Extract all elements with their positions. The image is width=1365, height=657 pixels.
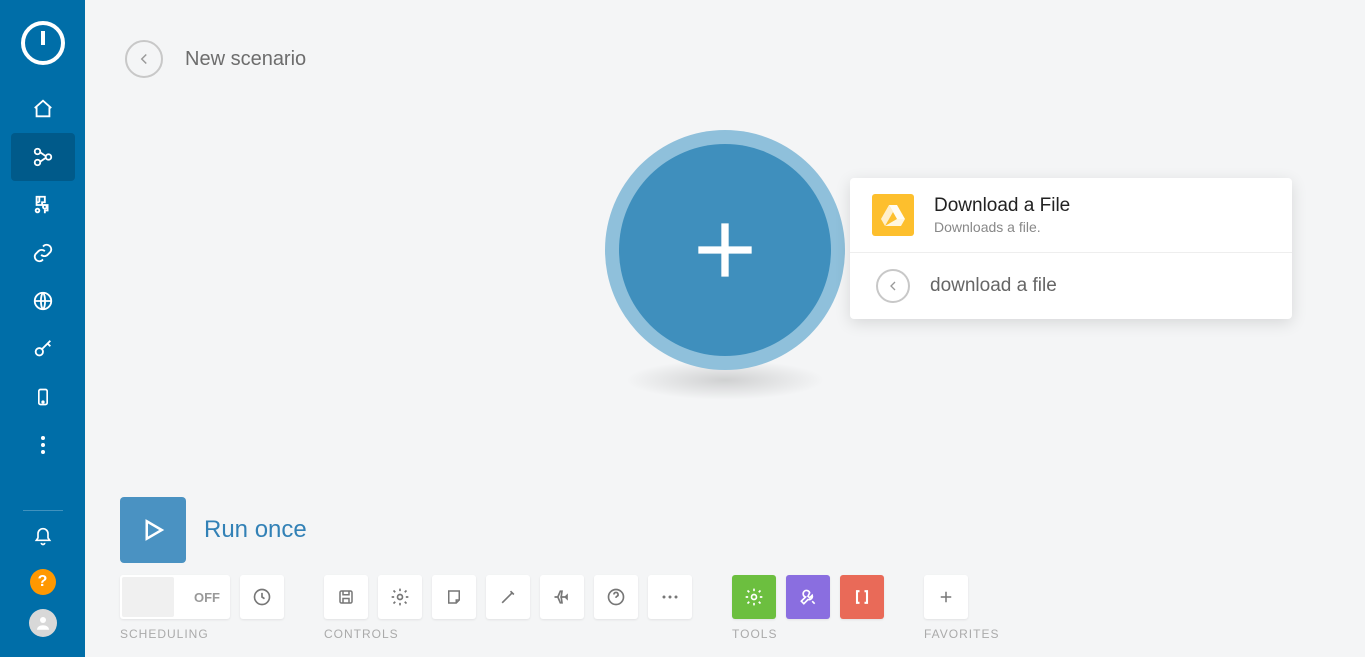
app-logo[interactable] <box>0 0 85 85</box>
sidebar-item-notifications[interactable] <box>11 519 75 555</box>
run-once-label: Run once <box>204 516 307 544</box>
favorites-label: FAVORITES <box>924 627 999 641</box>
canvas[interactable]: New scenario Download a File Downloads a… <box>85 0 1365 657</box>
picker-back-button[interactable] <box>876 269 910 303</box>
more-icon <box>661 594 679 600</box>
control-settings-button[interactable] <box>378 575 422 619</box>
picker-search-row[interactable]: download a file <box>850 253 1292 319</box>
brackets-icon <box>852 587 872 607</box>
sidebar-nav <box>0 85 85 469</box>
control-explain-button[interactable] <box>540 575 584 619</box>
sidebar-item-profile[interactable] <box>29 609 57 637</box>
add-module[interactable] <box>605 130 845 370</box>
sidebar-item-scenarios[interactable] <box>11 133 75 181</box>
save-icon <box>337 588 355 606</box>
scheduling-toggle[interactable]: OFF <box>120 575 230 619</box>
sidebar-item-home[interactable] <box>11 85 75 133</box>
scheduling-state: OFF <box>194 590 220 605</box>
scheduling-label: SCHEDULING <box>120 627 284 641</box>
top-bar: New scenario <box>125 40 306 78</box>
control-more-button[interactable] <box>648 575 692 619</box>
tools-group: TOOLS <box>732 575 884 641</box>
sidebar: ? <box>0 0 85 657</box>
back-button[interactable] <box>125 40 163 78</box>
bottom-toolbar: Run once OFF SCHEDULING <box>120 497 1345 641</box>
plane-icon <box>552 587 572 607</box>
note-icon <box>445 588 463 606</box>
sidebar-item-help[interactable]: ? <box>30 569 56 595</box>
picker-search-value: download a file <box>930 275 1057 297</box>
schedule-settings-button[interactable] <box>240 575 284 619</box>
control-help-button[interactable] <box>594 575 638 619</box>
control-autoalign-button[interactable] <box>486 575 530 619</box>
gear-icon <box>744 587 764 607</box>
help-icon <box>606 587 626 607</box>
sidebar-item-webhooks[interactable] <box>11 277 75 325</box>
sidebar-item-devices[interactable] <box>11 373 75 421</box>
sidebar-item-more[interactable] <box>11 421 75 469</box>
scheduling-group: OFF SCHEDULING <box>120 575 284 641</box>
plus-icon <box>619 144 831 356</box>
run-once-button[interactable] <box>120 497 186 563</box>
gear-icon <box>390 587 410 607</box>
sidebar-divider <box>23 510 63 511</box>
scenario-title[interactable]: New scenario <box>185 48 306 71</box>
google-drive-icon <box>872 194 914 236</box>
picker-option-subtitle: Downloads a file. <box>934 219 1070 235</box>
favorites-add-button[interactable] <box>924 575 968 619</box>
control-save-button[interactable] <box>324 575 368 619</box>
sidebar-item-connections[interactable] <box>11 229 75 277</box>
controls-group: CONTROLS <box>324 575 692 641</box>
wrench-icon <box>798 587 818 607</box>
tool-tools-button[interactable] <box>786 575 830 619</box>
tool-flow-button[interactable] <box>732 575 776 619</box>
clock-icon <box>252 587 272 607</box>
picker-option-download-file[interactable]: Download a File Downloads a file. <box>850 178 1292 252</box>
plus-icon <box>937 588 955 606</box>
sidebar-item-templates[interactable] <box>11 181 75 229</box>
control-notes-button[interactable] <box>432 575 476 619</box>
wand-icon <box>498 587 518 607</box>
tool-text-button[interactable] <box>840 575 884 619</box>
controls-label: CONTROLS <box>324 627 692 641</box>
module-picker: Download a File Downloads a file. downlo… <box>850 178 1292 319</box>
favorites-group: FAVORITES <box>924 575 999 641</box>
sidebar-item-keys[interactable] <box>11 325 75 373</box>
tools-label: TOOLS <box>732 627 884 641</box>
picker-option-title: Download a File <box>934 195 1070 217</box>
